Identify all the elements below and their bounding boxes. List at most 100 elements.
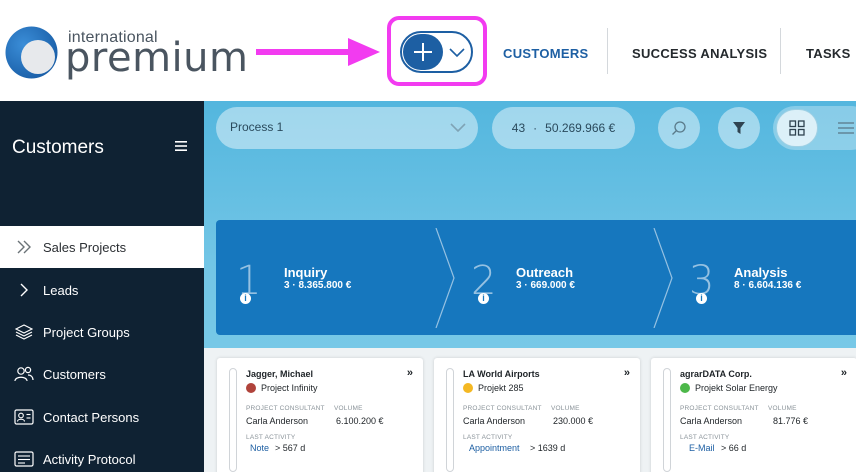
add-button[interactable] (403, 34, 443, 70)
layers-icon (13, 323, 35, 341)
process-select[interactable]: Process 1 (216, 107, 478, 149)
status-dot (680, 383, 690, 393)
card-activity-link[interactable]: Note (250, 443, 269, 453)
hamburger-menu-icon[interactable] (175, 141, 187, 151)
card-volume: 6.100.200 € (336, 416, 384, 426)
search-button[interactable] (658, 107, 700, 149)
info-icon[interactable]: i (478, 293, 489, 304)
status-dot (246, 383, 256, 393)
sidebar-item-label: Sales Projects (43, 239, 127, 255)
nav-tasks[interactable]: TASKS (806, 46, 851, 61)
stage-divider (435, 228, 455, 328)
plus-icon (414, 43, 432, 61)
sidebar-item-label: Customers (43, 366, 106, 382)
grid-view-button[interactable] (776, 109, 818, 147)
sidebar-item-label: Contact Persons (43, 409, 140, 425)
card-activity-days: > 66 d (721, 443, 747, 453)
nav-divider (780, 28, 781, 74)
list-view-button[interactable] (833, 116, 856, 140)
annotation-arrow-icon (256, 38, 380, 66)
card-customer-name: Jagger, Michael (246, 369, 314, 379)
card-status-bar (446, 368, 454, 472)
chevron-down-icon (450, 123, 466, 133)
card-customer-name: LA World Airports (463, 369, 540, 379)
card-activity-days: > 567 d (275, 443, 306, 453)
search-icon (672, 121, 686, 135)
last-activity-label: LAST ACTIVITY (246, 434, 296, 441)
card-project-name: Projekt 285 (478, 383, 524, 393)
info-icon[interactable]: i (240, 293, 251, 304)
card-project-name: Project Infinity (261, 383, 318, 393)
sidebar-item-leads[interactable]: Leads (0, 269, 204, 311)
sidebar-item-sales-projects[interactable]: Sales Projects (0, 226, 204, 268)
pipeline-stages: 1 Inquiry 3 · 8.365.800 € i 2 Outreach 3… (216, 220, 856, 335)
volume-label: VOLUME (768, 405, 797, 412)
sidebar-item-label: Leads (43, 282, 79, 298)
sidebar-item-label: Activity Protocol (43, 451, 136, 467)
card-activity-link[interactable]: Appointment (469, 443, 520, 453)
card-volume: 230.000 € (553, 416, 594, 426)
double-chevron-right-icon[interactable]: » (407, 367, 413, 379)
project-board: Jagger, Michael » Project Infinity PROJE… (204, 348, 856, 472)
card-customer-name: agrarDATA Corp. (680, 369, 752, 379)
card-project: Project Infinity (246, 383, 318, 393)
stage-summary: 3 · 669.000 € (516, 280, 575, 291)
card-consultant: Carla Anderson (680, 416, 743, 426)
nav-divider (607, 28, 608, 74)
users-icon (13, 365, 35, 383)
double-chevron-icon (13, 238, 35, 256)
card-consultant: Carla Anderson (246, 416, 309, 426)
grid-icon (789, 120, 805, 136)
card-status-bar (229, 368, 237, 472)
card-consultant: Carla Anderson (463, 416, 526, 426)
chevron-down-icon[interactable] (448, 46, 466, 58)
sidebar-item-activity-protocol[interactable]: Activity Protocol (0, 438, 204, 472)
filter-icon (733, 122, 745, 134)
list-icon (838, 122, 854, 134)
sidebar-item-contact-persons[interactable]: Contact Persons (0, 396, 204, 438)
stage-divider (653, 228, 673, 328)
consultant-label: PROJECT CONSULTANT (463, 405, 542, 412)
logo[interactable]: international premium (5, 26, 248, 82)
add-split-button[interactable] (400, 31, 473, 73)
volume-label: VOLUME (334, 405, 363, 412)
card-activity-link[interactable]: E-Mail (689, 443, 715, 453)
consultant-label: PROJECT CONSULTANT (246, 405, 325, 412)
card-status-bar (663, 368, 671, 472)
chevron-right-icon (13, 281, 35, 299)
summary-pill: 43 · 50.269.966 € (492, 107, 635, 149)
stage-title: Outreach (516, 265, 574, 280)
card-project: Projekt 285 (463, 383, 524, 393)
stage-title: Analysis (734, 265, 788, 280)
main-content: Process 1 43 · 50.269.966 € 1 Inquiry 3 … (204, 101, 856, 472)
volume-label: VOLUME (551, 405, 580, 412)
info-icon[interactable]: i (696, 293, 707, 304)
stage-summary: 8 · 6.604.136 € (734, 280, 802, 291)
double-chevron-right-icon[interactable]: » (624, 367, 630, 379)
double-chevron-right-icon[interactable]: » (841, 367, 847, 379)
consultant-label: PROJECT CONSULTANT (680, 405, 759, 412)
app-header: international premium CUSTOMERS SUCCESS … (0, 0, 856, 101)
sidebar-item-label: Project Groups (43, 324, 130, 340)
total-volume: 50.269.966 € (545, 121, 616, 135)
project-card[interactable]: Jagger, Michael » Project Infinity PROJE… (217, 358, 423, 472)
sidebar: Customers Sales Projects Leads Project G… (0, 101, 204, 472)
project-card[interactable]: LA World Airports » Projekt 285 PROJECT … (434, 358, 640, 472)
filter-button[interactable] (718, 107, 760, 149)
stage-title: Inquiry (284, 265, 328, 280)
project-card[interactable]: agrarDATA Corp. » Projekt Solar Energy P… (651, 358, 856, 472)
card-project: Projekt Solar Energy (680, 383, 778, 393)
sidebar-item-project-groups[interactable]: Project Groups (0, 311, 204, 353)
last-activity-label: LAST ACTIVITY (463, 434, 513, 441)
view-toggle (773, 106, 856, 150)
card-activity-days: > 1639 d (530, 443, 566, 453)
card-volume: 81.776 € (773, 416, 809, 426)
nav-success-analysis[interactable]: SUCCESS ANALYSIS (632, 46, 767, 61)
sidebar-title: Customers (12, 137, 104, 158)
card-project-name: Projekt Solar Energy (695, 383, 778, 393)
sidebar-item-customers[interactable]: Customers (0, 353, 204, 395)
last-activity-label: LAST ACTIVITY (680, 434, 730, 441)
status-dot (463, 383, 473, 393)
contact-card-icon (13, 408, 35, 426)
nav-customers[interactable]: CUSTOMERS (503, 46, 589, 61)
